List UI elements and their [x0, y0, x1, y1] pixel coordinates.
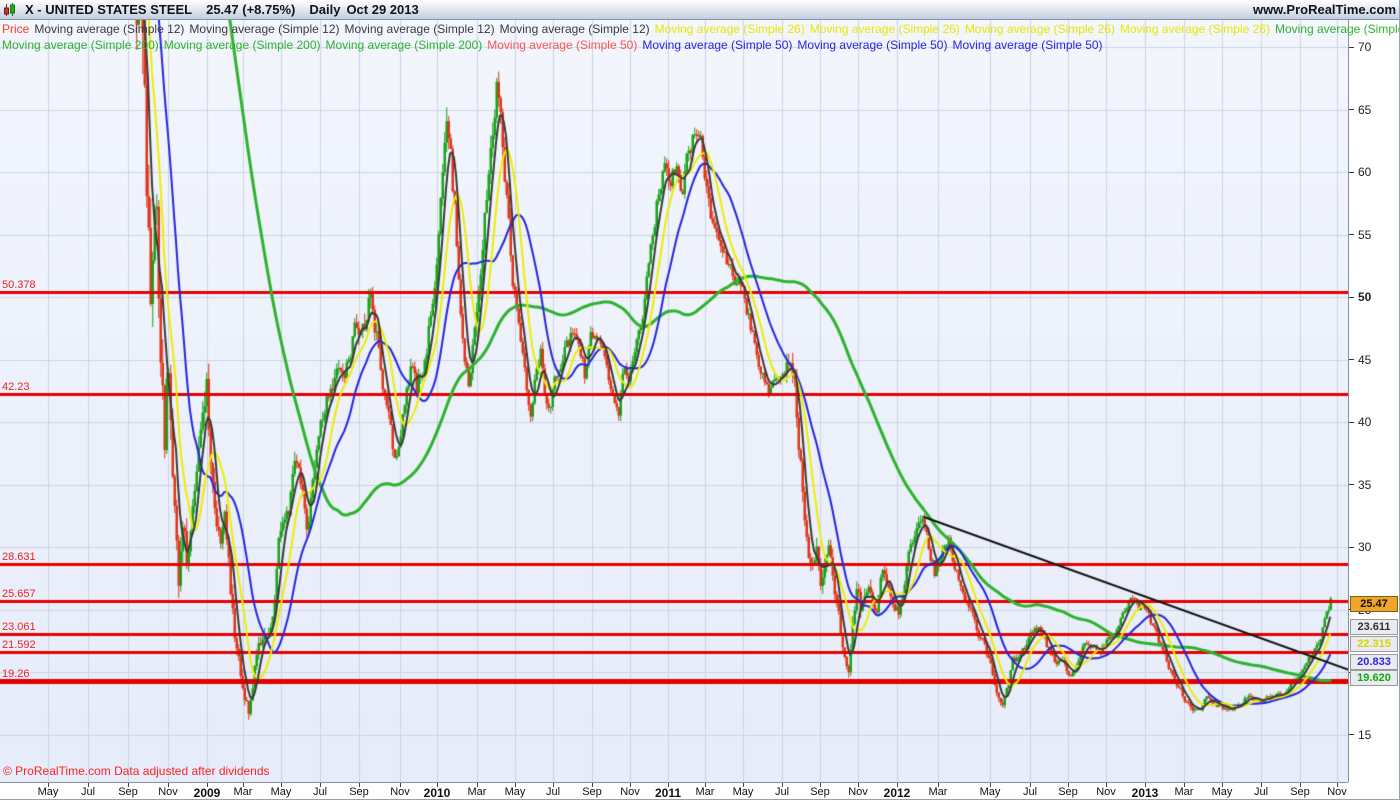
y-axis[interactable]: 70656055504540353025201525.4723.61122.31… [1348, 20, 1399, 782]
y-tick [1349, 171, 1354, 173]
copyright-note: © ProRealTime.com Data adjusted after di… [3, 764, 270, 778]
y-tick [1349, 296, 1354, 298]
legend-item-2-0[interactable]: Moving average (Simple 200) [2, 38, 159, 52]
y-tick [1349, 46, 1354, 48]
y-tick [1349, 359, 1354, 360]
legend-item-1-9[interactable]: Moving average (Simple 200) [1275, 22, 1399, 36]
x-axis-label: Nov [1327, 786, 1347, 798]
legend-row-1: Price Moving average (Simple 12) Moving av… [2, 21, 1399, 37]
x-axis-label: Sep [349, 786, 369, 798]
y-axis-label: 70 [1358, 40, 1372, 54]
legend-item-1-8[interactable]: Moving average (Simple 26) [1120, 22, 1270, 36]
legend-item-1-0[interactable]: Price [2, 22, 29, 36]
y-tick [1349, 109, 1354, 110]
x-axis-label: Mar [233, 786, 253, 798]
legend-item-1-7[interactable]: Moving average (Simple 26) [965, 22, 1115, 36]
x-axis-label: Jul [312, 786, 328, 798]
x-axis-label: Mar [695, 786, 715, 798]
level-label-23.061: 23.061 [2, 620, 36, 633]
x-axis-label: May [37, 786, 59, 798]
legend-item-1-3[interactable]: Moving average (Simple 12) [345, 22, 495, 36]
x-axis-label: Jul [545, 786, 561, 798]
x-axis-label: 2013 [1131, 786, 1159, 800]
x-axis-label: Sep [1290, 786, 1310, 798]
x-axis-label: May [1211, 786, 1233, 798]
x-axis-label: 2010 [423, 786, 451, 800]
price-tag-25.47[interactable]: 25.47 [1350, 596, 1398, 612]
x-axis-label: Nov [620, 786, 640, 798]
legend-item-2-6[interactable]: Moving average (Simple 50) [952, 38, 1102, 52]
x-axis-label: Jul [80, 786, 96, 798]
legend-item-1-5[interactable]: Moving average (Simple 26) [655, 22, 805, 36]
legend-item-2-2[interactable]: Moving average (Simple 200) [326, 38, 483, 52]
level-label-28.631: 28.631 [2, 551, 36, 564]
x-axis-label: 2012 [883, 786, 911, 800]
indicator-legend: Price Moving average (Simple 12) Moving av… [2, 21, 1399, 53]
x-axis-label: Sep [1058, 786, 1078, 798]
x-axis-label: Nov [158, 786, 178, 798]
level-label-25.657: 25.657 [2, 588, 36, 601]
x-axis-label: 2009 [193, 786, 221, 800]
x-axis-label: May [732, 786, 754, 798]
candlestick-chart-icon [3, 2, 17, 17]
prorealtime-watermark: www.ProRealTime.com [1252, 2, 1396, 17]
y-axis-label: 15 [1358, 727, 1372, 742]
price-chart-canvas[interactable] [0, 20, 1348, 782]
legend-item-2-3[interactable]: Moving average (Simple 50) [487, 38, 637, 52]
x-axis-label: May [504, 786, 526, 798]
price-tag-20.833[interactable]: 20.833 [1350, 654, 1398, 670]
level-label-50.378: 50.378 [2, 279, 36, 292]
symbol-title: X - UNITED STATES STEEL [25, 2, 193, 17]
x-axis-label: May [270, 786, 292, 798]
level-label-42.23: 42.23 [2, 381, 30, 394]
y-axis-label: 35 [1358, 477, 1372, 492]
x-axis-label: 2011 [654, 786, 682, 800]
legend-item-2-1[interactable]: Moving average (Simple 200) [164, 38, 321, 52]
chart-plot-area[interactable]: Price Moving average (Simple 12) Moving av… [0, 20, 1399, 782]
x-axis-label: Nov [390, 786, 410, 798]
y-tick [1349, 546, 1354, 548]
x-axis-label: Sep [118, 786, 138, 798]
legend-item-1-4[interactable]: Moving average (Simple 12) [500, 22, 650, 36]
x-axis-label: Nov [1096, 786, 1116, 798]
y-tick [1349, 484, 1354, 485]
y-axis-label: 60 [1358, 165, 1372, 179]
y-axis-label: 40 [1358, 415, 1372, 429]
y-axis-label: 30 [1358, 540, 1372, 554]
level-label-21.592: 21.592 [2, 639, 36, 652]
legend-item-2-4[interactable]: Moving average (Simple 50) [642, 38, 792, 52]
y-tick [1349, 421, 1354, 423]
legend-item-2-5[interactable]: Moving average (Simple 50) [797, 38, 947, 52]
level-label-19.26: 19.26 [2, 668, 30, 681]
proreal-time-window: X - UNITED STATES STEEL 25.47 (+8.75%) D… [0, 0, 1400, 800]
timeframe-label: Daily [309, 2, 341, 17]
x-axis-label: Nov [848, 786, 868, 798]
x-axis-label: Sep [810, 786, 830, 798]
price-tag-19.620[interactable]: 19.620 [1350, 670, 1398, 686]
y-axis-label: 55 [1358, 227, 1372, 242]
price-tag-22.315[interactable]: 22.315 [1350, 636, 1398, 652]
legend-item-1-6[interactable]: Moving average (Simple 26) [810, 22, 960, 36]
x-axis-label: Mar [467, 786, 487, 798]
y-axis-label: 50 [1358, 290, 1372, 304]
x-axis-label: Jul [1022, 786, 1038, 798]
x-axis-label: Sep [582, 786, 602, 798]
chart-title-bar: X - UNITED STATES STEEL 25.47 (+8.75%) D… [0, 0, 1399, 20]
x-axis-label: Jul [774, 786, 790, 798]
x-axis-label: May [979, 786, 1001, 798]
x-axis-label: Mar [928, 786, 948, 798]
x-axis-label: Mar [1174, 786, 1194, 798]
x-axis[interactable]: May Jul Sep Nov 2009 Mar May Jul Sep Nov 2010 Mar Ma… [0, 782, 1348, 800]
y-axis-label: 45 [1358, 352, 1372, 367]
y-tick [1349, 234, 1354, 235]
last-quote: 25.47 (+8.75%) [206, 2, 296, 17]
price-tag-23.611[interactable]: 23.611 [1350, 619, 1398, 635]
y-axis-label: 65 [1358, 102, 1372, 117]
legend-item-1-2[interactable]: Moving average (Simple 12) [189, 22, 339, 36]
x-axis-label: Jul [1253, 786, 1269, 798]
legend-row-2: Moving average (Simple 200) Moving averag… [2, 37, 1342, 53]
y-tick [1349, 734, 1354, 735]
legend-item-1-1[interactable]: Moving average (Simple 12) [34, 22, 184, 36]
date-label: Oct 29 2013 [346, 2, 419, 17]
